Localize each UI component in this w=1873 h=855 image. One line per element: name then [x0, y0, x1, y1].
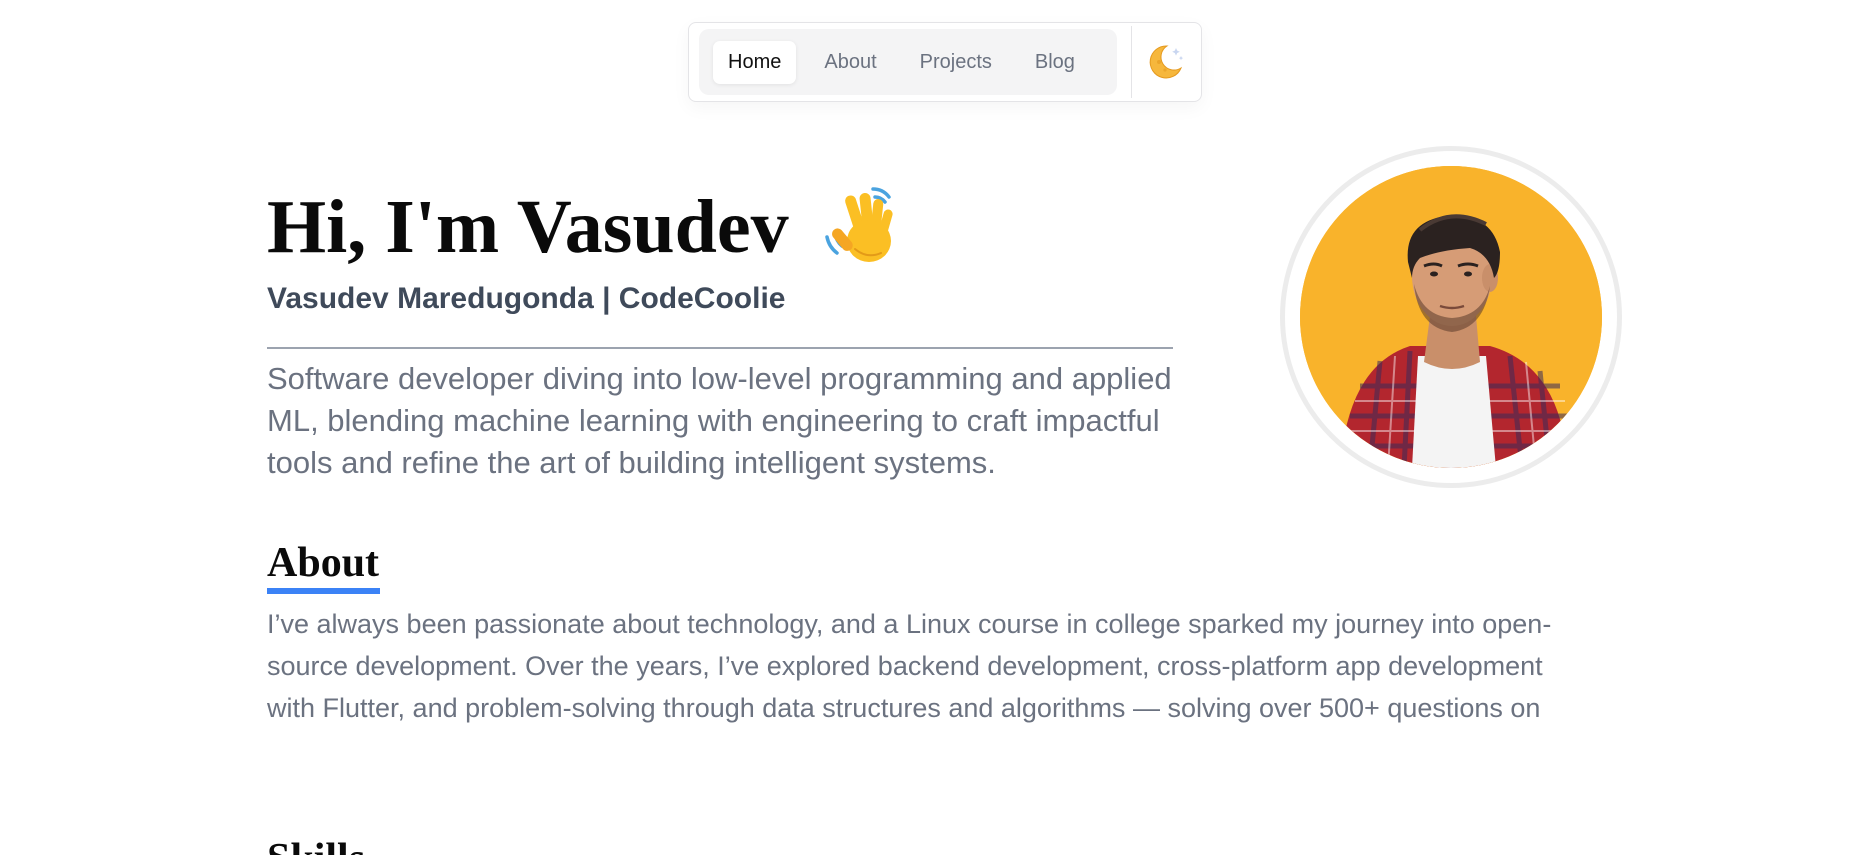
hero-divider: [267, 347, 1173, 349]
page: Home About Projects Blog Hi, I'm Vasudev: [0, 0, 1873, 855]
profile-photo: [1300, 166, 1602, 468]
skills-heading: Skills: [267, 834, 365, 855]
avatar: [1300, 166, 1602, 468]
about-heading-underline: [267, 588, 380, 594]
nav-tab-about[interactable]: About: [809, 41, 891, 84]
hero-title: Hi, I'm Vasudev: [267, 183, 907, 271]
nav-divider: [1130, 26, 1133, 98]
nav-tabs: Home About Projects Blog: [699, 29, 1117, 95]
nav-tab-blog[interactable]: Blog: [1020, 41, 1090, 84]
theme-toggle-button[interactable]: [1138, 34, 1191, 90]
hero-title-text: Hi, I'm Vasudev: [267, 185, 789, 269]
about-heading: About: [267, 540, 380, 586]
top-nav: Home About Projects Blog: [688, 22, 1202, 102]
hero-subtitle: Vasudev Maredugonda | CodeCoolie: [267, 282, 786, 315]
waving-hand-icon: [824, 187, 893, 262]
about-text: I’ve always been passionate about techno…: [267, 609, 1552, 723]
avatar-ring: [1280, 146, 1622, 488]
hero-intro: Software developer diving into low-level…: [267, 361, 1172, 480]
nav-tab-projects[interactable]: Projects: [905, 41, 1007, 84]
nav-tab-home[interactable]: Home: [713, 40, 797, 84]
moon-stars-icon: [1149, 45, 1183, 79]
